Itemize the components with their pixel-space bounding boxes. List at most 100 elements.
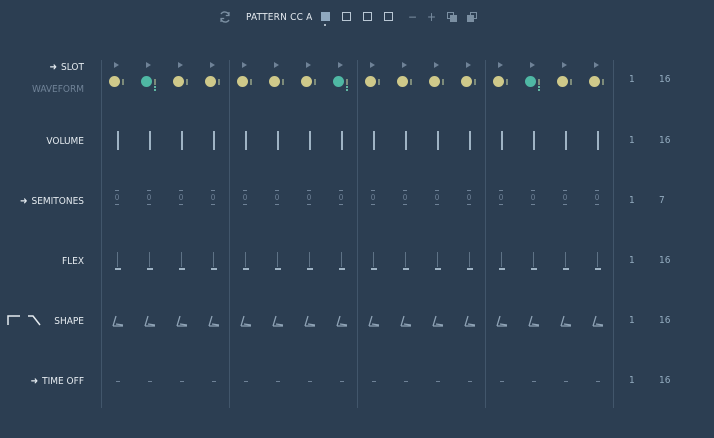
semitone-step-8[interactable]: 0: [336, 190, 346, 205]
volume-bar-2[interactable]: [149, 131, 151, 150]
pattern-b-button[interactable]: [342, 12, 351, 21]
time-off-step-9[interactable]: [372, 381, 376, 382]
remove-pattern-button[interactable]: −: [408, 11, 417, 23]
play-step-11-icon[interactable]: [434, 62, 439, 68]
slot-knob-10[interactable]: [397, 76, 408, 87]
shape-range-min[interactable]: 1: [629, 315, 635, 326]
row-label-semitones[interactable]: ➜ SEMITONES: [20, 196, 84, 207]
volume-bar-16[interactable]: [597, 131, 599, 150]
volume-bar-9[interactable]: [373, 131, 375, 150]
semitone-step-10[interactable]: 0: [400, 190, 410, 205]
time-off-step-5[interactable]: [244, 381, 248, 382]
time-off-range-min[interactable]: 1: [629, 375, 635, 386]
shape-glyph-13[interactable]: [495, 315, 509, 327]
semitones-range-max[interactable]: 7: [659, 195, 665, 206]
row-label-shape[interactable]: SHAPE: [54, 316, 84, 327]
flex-range-min[interactable]: 1: [629, 255, 635, 266]
slot-knob-4[interactable]: [205, 76, 216, 87]
time-off-step-13[interactable]: [500, 381, 504, 382]
play-step-9-icon[interactable]: [370, 62, 375, 68]
slot-knob-16[interactable]: [589, 76, 600, 87]
slot-knob-7[interactable]: [301, 76, 312, 87]
flex-handle-6[interactable]: [275, 268, 281, 270]
play-step-2-icon[interactable]: [146, 62, 151, 68]
slot-knob-8[interactable]: [333, 76, 344, 87]
play-step-6-icon[interactable]: [274, 62, 279, 68]
shape-glyph-3[interactable]: [175, 315, 189, 327]
shape-glyph-11[interactable]: [431, 315, 445, 327]
shape-range-max[interactable]: 16: [659, 315, 670, 326]
shape-glyph-2[interactable]: [143, 315, 157, 327]
flex-handle-14[interactable]: [531, 268, 537, 270]
time-off-step-3[interactable]: [180, 381, 184, 382]
slot-knob-3[interactable]: [173, 76, 184, 87]
flex-handle-5[interactable]: [243, 268, 249, 270]
play-step-15-icon[interactable]: [562, 62, 567, 68]
play-step-4-icon[interactable]: [210, 62, 215, 68]
time-off-step-16[interactable]: [596, 381, 600, 382]
semitone-step-16[interactable]: 0: [592, 190, 602, 205]
row-label-slot[interactable]: ➜ SLOT: [50, 62, 85, 73]
semitone-step-4[interactable]: 0: [208, 190, 218, 205]
semitone-step-9[interactable]: 0: [368, 190, 378, 205]
volume-bar-11[interactable]: [437, 131, 439, 150]
time-off-step-7[interactable]: [308, 381, 312, 382]
shape-glyph-14[interactable]: [527, 315, 541, 327]
shape-glyph-16[interactable]: [591, 315, 605, 327]
time-off-step-8[interactable]: [340, 381, 344, 382]
flex-handle-2[interactable]: [147, 268, 153, 270]
shape-glyph-6[interactable]: [271, 315, 285, 327]
play-step-14-icon[interactable]: [530, 62, 535, 68]
flex-handle-7[interactable]: [307, 268, 313, 270]
shape-glyph-4[interactable]: [207, 315, 221, 327]
time-off-step-11[interactable]: [436, 381, 440, 382]
volume-range-max[interactable]: 16: [659, 135, 670, 146]
slot-knob-11[interactable]: [429, 76, 440, 87]
play-step-1-icon[interactable]: [114, 62, 119, 68]
time-off-range-max[interactable]: 16: [659, 375, 670, 386]
shape-glyph-8[interactable]: [335, 315, 349, 327]
refresh-icon[interactable]: [218, 10, 232, 24]
shape-glyph-15[interactable]: [559, 315, 573, 327]
flex-handle-9[interactable]: [371, 268, 377, 270]
flex-handle-12[interactable]: [467, 268, 473, 270]
play-step-16-icon[interactable]: [594, 62, 599, 68]
semitone-step-3[interactable]: 0: [176, 190, 186, 205]
time-off-step-6[interactable]: [276, 381, 280, 382]
semitone-step-7[interactable]: 0: [304, 190, 314, 205]
time-off-step-14[interactable]: [532, 381, 536, 382]
pattern-a-button[interactable]: [321, 12, 330, 21]
flex-handle-4[interactable]: [211, 268, 217, 270]
volume-bar-4[interactable]: [213, 131, 215, 150]
volume-bar-1[interactable]: [117, 131, 119, 150]
shape-glyph-12[interactable]: [463, 315, 477, 327]
flex-handle-1[interactable]: [115, 268, 121, 270]
slot-knob-13[interactable]: [493, 76, 504, 87]
semitone-step-12[interactable]: 0: [464, 190, 474, 205]
add-pattern-button[interactable]: +: [427, 11, 436, 23]
flex-handle-3[interactable]: [179, 268, 185, 270]
slot-knob-1[interactable]: [109, 76, 120, 87]
play-step-7-icon[interactable]: [306, 62, 311, 68]
time-off-step-15[interactable]: [564, 381, 568, 382]
shape-glyph-9[interactable]: [367, 315, 381, 327]
volume-bar-6[interactable]: [277, 131, 279, 150]
flex-handle-10[interactable]: [403, 268, 409, 270]
copy-icon[interactable]: [447, 12, 458, 23]
flex-handle-16[interactable]: [595, 268, 601, 270]
slot-range-min[interactable]: 1: [629, 74, 635, 85]
time-off-step-2[interactable]: [148, 381, 152, 382]
slot-knob-14[interactable]: [525, 76, 536, 87]
semitone-step-13[interactable]: 0: [496, 190, 506, 205]
volume-bar-12[interactable]: [469, 131, 471, 150]
semitone-step-6[interactable]: 0: [272, 190, 282, 205]
slot-knob-9[interactable]: [365, 76, 376, 87]
volume-range-min[interactable]: 1: [629, 135, 635, 146]
volume-bar-13[interactable]: [501, 131, 503, 150]
volume-bar-15[interactable]: [565, 131, 567, 150]
volume-bar-3[interactable]: [181, 131, 183, 150]
volume-bar-5[interactable]: [245, 131, 247, 150]
semitone-step-14[interactable]: 0: [528, 190, 538, 205]
slot-knob-12[interactable]: [461, 76, 472, 87]
play-step-8-icon[interactable]: [338, 62, 343, 68]
